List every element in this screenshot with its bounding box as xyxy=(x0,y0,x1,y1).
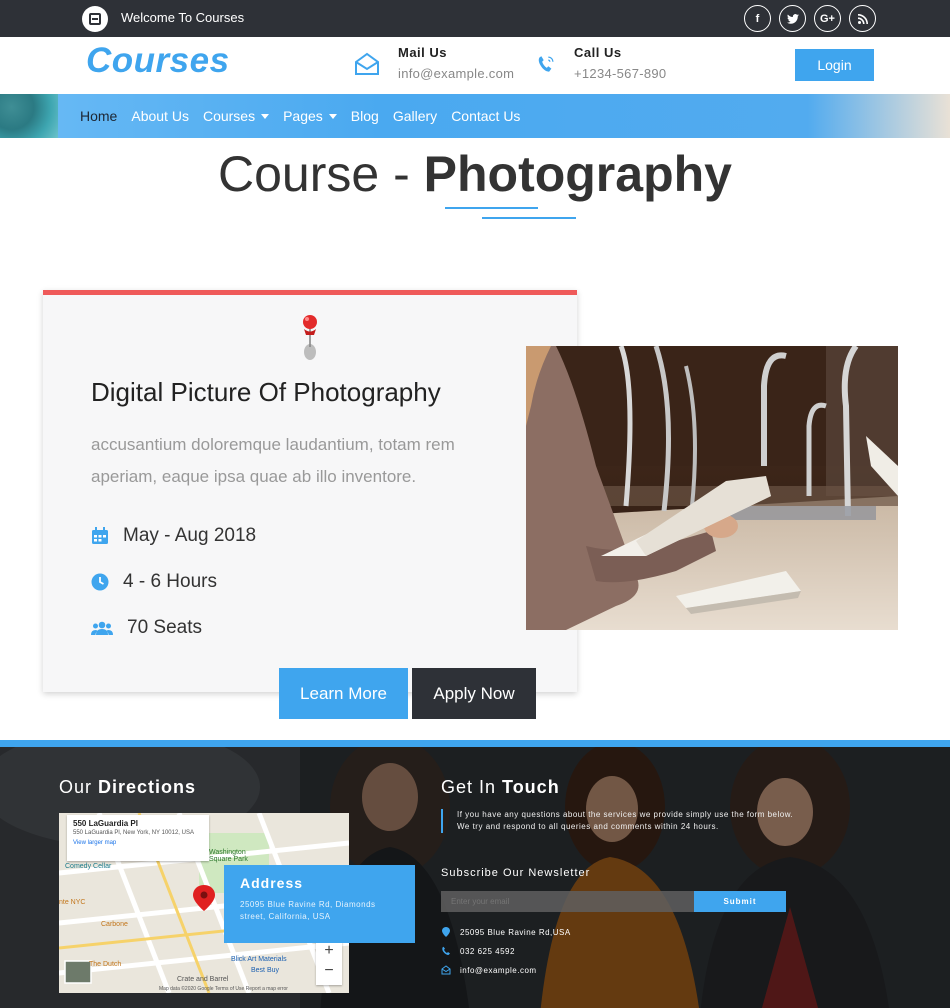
directions-heading: Our Directions xyxy=(59,777,197,797)
map-pin-icon xyxy=(442,927,450,937)
view-larger-map-link[interactable]: View larger map xyxy=(73,840,203,846)
footer: Our Directions 550 LaGuardia Pl 550 LaGu… xyxy=(0,740,950,1008)
main-nav: Home About Us Courses Pages Blog Gallery… xyxy=(0,94,950,138)
nav-item-blog[interactable]: Blog xyxy=(351,108,379,124)
learn-more-button[interactable]: Learn More xyxy=(279,668,408,719)
map-label: Crate and Barrel xyxy=(177,976,229,983)
phone-icon xyxy=(442,946,450,955)
course-hours: 4 - 6 Hours xyxy=(91,571,217,593)
call-value[interactable]: +1234-567-890 xyxy=(574,66,666,81)
book-icon xyxy=(82,6,108,32)
address-heading: Address xyxy=(240,875,304,891)
site-header: Courses Mail Us info@example.com Call Us… xyxy=(0,37,950,94)
social-links: f G+ xyxy=(744,5,876,32)
course-hours-text: 4 - 6 Hours xyxy=(123,571,217,592)
twitter-icon[interactable] xyxy=(779,5,806,32)
map-label: Washington Square Park xyxy=(209,849,248,863)
map-label: Comedy Cellar xyxy=(65,863,112,870)
call-contact: Call Us +1234-567-890 xyxy=(536,45,666,81)
top-bar: Welcome To Courses f G+ xyxy=(0,0,950,37)
get-in-touch-heading: Get In Touch xyxy=(441,777,560,797)
welcome-text: Welcome To Courses xyxy=(121,10,245,25)
map-attribution: Map data ©2020 Google Terms of Use Repor… xyxy=(159,986,288,992)
course-date-text: May - Aug 2018 xyxy=(123,525,257,546)
map-label: Carbone xyxy=(101,921,128,928)
touch-description: If you have any questions about the serv… xyxy=(441,809,801,833)
envelope-icon xyxy=(441,965,451,975)
map-zoom-control: + − xyxy=(316,941,342,985)
submit-button[interactable]: Submit xyxy=(694,891,786,912)
envelope-icon xyxy=(355,52,379,75)
nav-item-home[interactable]: Home xyxy=(80,108,117,124)
footer-phone: 032 625 4592 xyxy=(441,946,515,956)
mail-value[interactable]: info@example.com xyxy=(398,66,514,81)
pushpin-icon xyxy=(303,315,317,360)
nav-item-contact-us[interactable]: Contact Us xyxy=(451,108,520,124)
course-seats-text: 70 Seats xyxy=(127,617,202,638)
zoom-in-button[interactable]: + xyxy=(316,941,342,961)
course-name: Digital Picture Of Photography xyxy=(91,377,441,407)
calendar-icon xyxy=(92,527,108,544)
mail-label: Mail Us xyxy=(398,45,448,60)
caret-down-icon xyxy=(328,113,337,119)
brand-logo[interactable]: Courses xyxy=(86,41,230,81)
footer-email: info@example.com xyxy=(441,965,537,975)
map-label: Blick Art Materials xyxy=(231,956,287,963)
map-label: nte NYC xyxy=(59,899,86,906)
nav-item-gallery[interactable]: Gallery xyxy=(393,108,437,124)
map-label: Best Buy xyxy=(251,967,280,974)
nav-item-about-us[interactable]: About Us xyxy=(131,108,189,124)
map-place-card: 550 LaGuardia Pl 550 LaGuardia Pl, New Y… xyxy=(67,815,209,861)
nav-item-courses[interactable]: Courses xyxy=(203,108,270,124)
mail-contact: Mail Us info@example.com xyxy=(354,45,514,81)
footer-address: 25095 Blue Ravine Rd,USA xyxy=(441,927,571,937)
clock-icon xyxy=(91,573,109,591)
course-card: Digital Picture Of Photography accusanti… xyxy=(43,290,577,692)
course-date: May - Aug 2018 xyxy=(91,525,256,547)
google-plus-icon[interactable]: G+ xyxy=(814,5,841,32)
zoom-out-button[interactable]: − xyxy=(316,961,342,981)
apply-now-button[interactable]: Apply Now xyxy=(412,668,536,719)
page-title: Course - Photography xyxy=(218,146,732,202)
course-seats: 70 Seats xyxy=(91,617,202,639)
call-label: Call Us xyxy=(574,45,622,60)
course-description: accusantium doloremque laudantium, totam… xyxy=(91,435,455,486)
newsletter-heading: Subscribe Our Newsletter xyxy=(441,867,591,879)
map-label: The Dutch xyxy=(89,961,122,968)
nav-decor-image xyxy=(0,94,58,138)
title-underline xyxy=(445,207,538,209)
users-icon xyxy=(91,621,113,635)
course-photo xyxy=(526,346,898,630)
login-button[interactable]: Login xyxy=(795,49,874,81)
caret-down-icon xyxy=(261,113,270,119)
address-box: Address 25095 Blue Ravine Rd, Diamonds s… xyxy=(224,865,415,943)
address-text: 25095 Blue Ravine Rd, Diamonds street, C… xyxy=(240,900,376,921)
newsletter-email-input[interactable] xyxy=(441,891,694,912)
rss-icon[interactable] xyxy=(849,5,876,32)
nav-item-pages[interactable]: Pages xyxy=(283,108,337,124)
title-underline-2 xyxy=(482,217,576,219)
facebook-icon[interactable]: f xyxy=(744,5,771,32)
phone-icon xyxy=(538,56,554,72)
